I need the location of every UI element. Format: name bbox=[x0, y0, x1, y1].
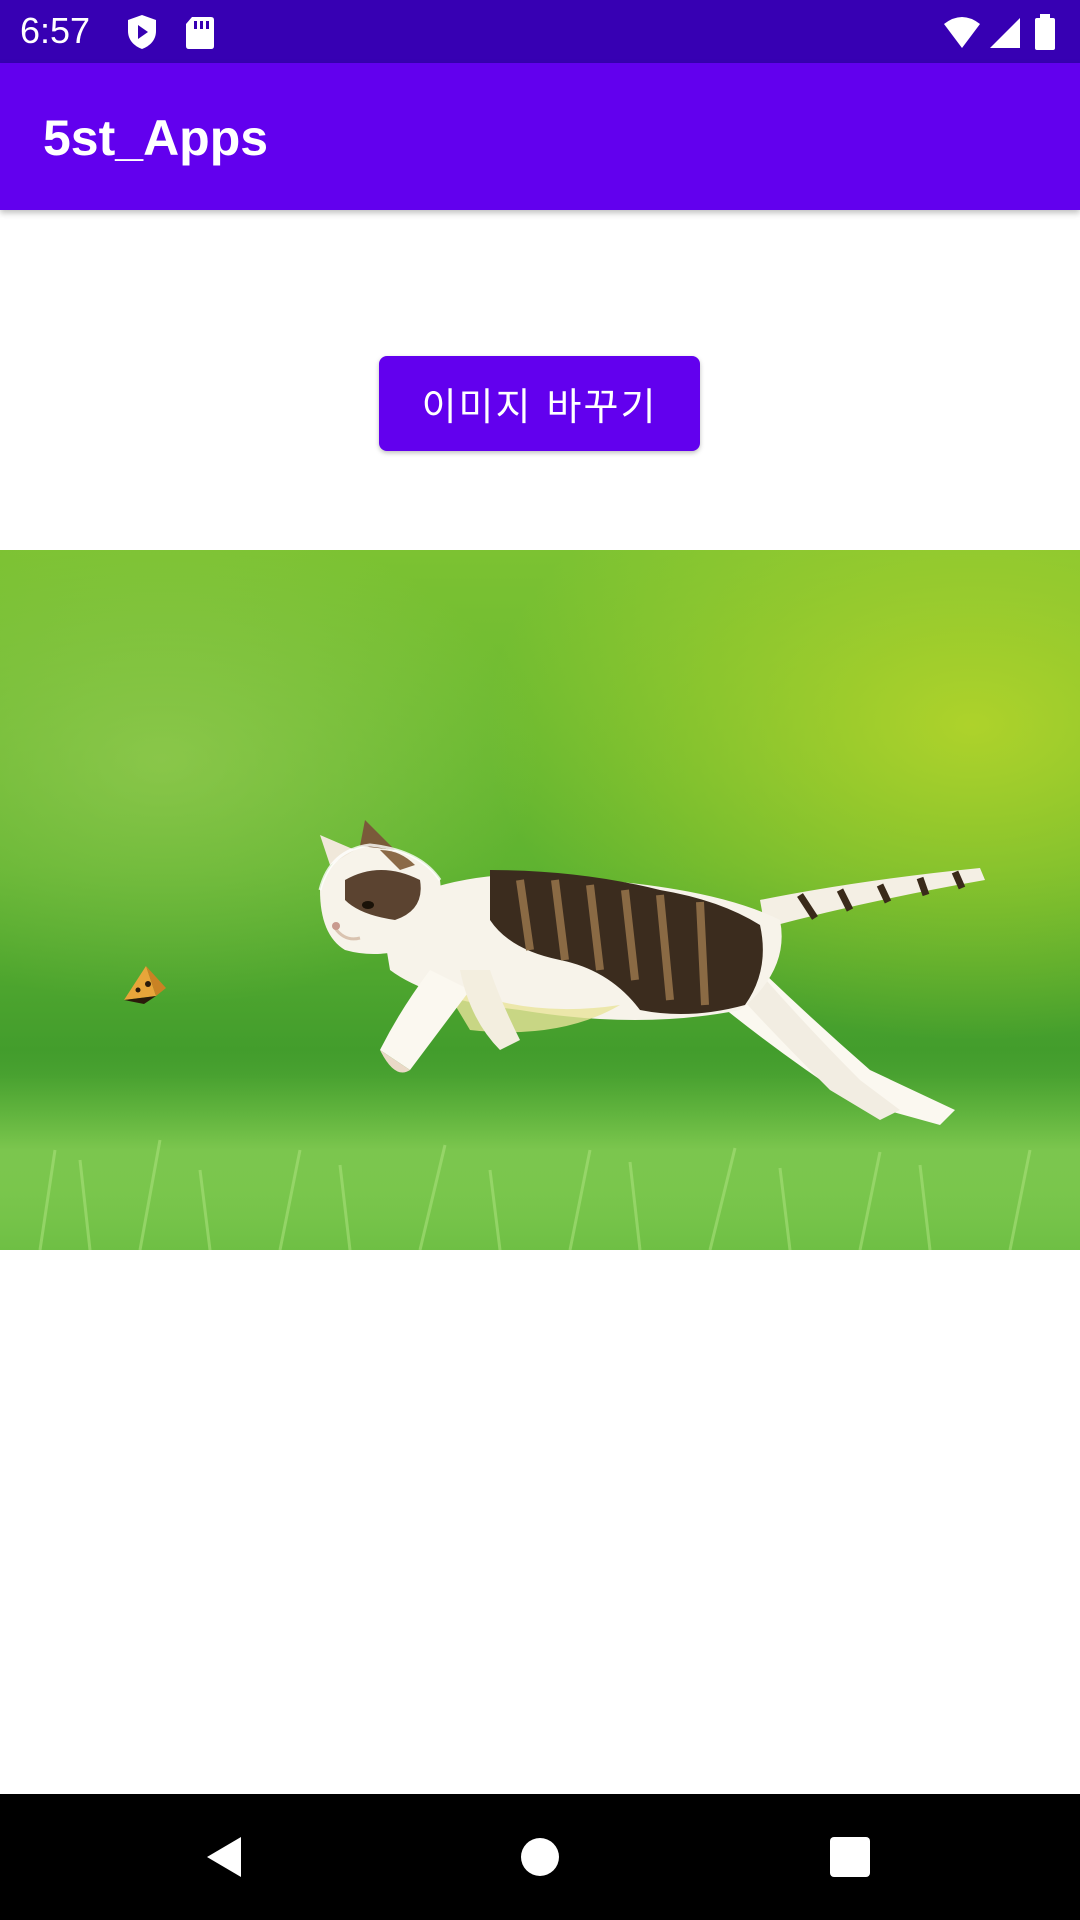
navigation-bar bbox=[0, 1794, 1080, 1920]
app-title: 5st_Apps bbox=[43, 110, 269, 166]
wifi-icon bbox=[942, 12, 982, 52]
battery-icon bbox=[1030, 12, 1060, 52]
shield-play-icon bbox=[122, 12, 162, 52]
signal-icon bbox=[986, 12, 1026, 52]
change-image-button[interactable]: 이미지 바꾸기 bbox=[379, 356, 700, 451]
status-bar: 6:57 bbox=[0, 0, 1080, 63]
kitten-photo bbox=[0, 550, 1080, 1250]
screen: 6:57 5st_Apps 이미지 바꾸기 bbox=[0, 0, 1080, 1920]
back-icon[interactable] bbox=[185, 1817, 265, 1897]
app-bar: 5st_Apps bbox=[0, 63, 1080, 210]
recents-icon[interactable] bbox=[810, 1817, 890, 1897]
sd-card-icon bbox=[180, 12, 220, 52]
home-icon[interactable] bbox=[500, 1817, 580, 1897]
status-time: 6:57 bbox=[20, 10, 91, 51]
